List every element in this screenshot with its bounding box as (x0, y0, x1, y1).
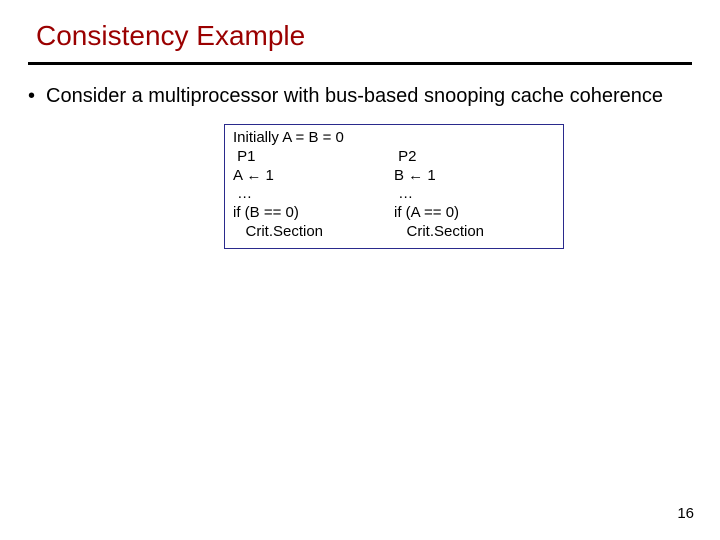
p1-crit: Crit.Section (233, 223, 323, 240)
page-number: 16 (677, 505, 694, 522)
p1-assign: A ← 1 (233, 167, 274, 184)
bullet-list: • Consider a multiprocessor with bus-bas… (28, 83, 692, 110)
code-column-p2: P2 B ← 1 … if (A == 0) Crit.Section (394, 148, 555, 242)
title-divider (28, 62, 692, 65)
slide-title: Consistency Example (36, 20, 692, 52)
code-column-p1: P1 A ← 1 … if (B == 0) Crit.Section (233, 148, 394, 242)
p1-dots: … (233, 185, 252, 202)
p2-assign: B ← 1 (394, 167, 436, 184)
p2-cond: if (A == 0) (394, 204, 459, 221)
slide: Consistency Example • Consider a multipr… (0, 0, 720, 540)
bullet-item: • Consider a multiprocessor with bus-bas… (28, 83, 692, 110)
code-initial-condition: Initially A = B = 0 (233, 129, 555, 148)
p1-cond: if (B == 0) (233, 204, 299, 221)
code-columns: P1 A ← 1 … if (B == 0) Crit.Section P2 B… (233, 148, 555, 242)
bullet-mark: • (28, 83, 46, 110)
p2-crit: Crit.Section (394, 223, 484, 240)
p1-name: P1 (233, 148, 256, 165)
code-example-box: Initially A = B = 0 P1 A ← 1 … if (B == … (224, 124, 564, 249)
p2-name: P2 (394, 148, 417, 165)
p2-dots: … (394, 185, 413, 202)
bullet-text: Consider a multiprocessor with bus-based… (46, 83, 692, 110)
